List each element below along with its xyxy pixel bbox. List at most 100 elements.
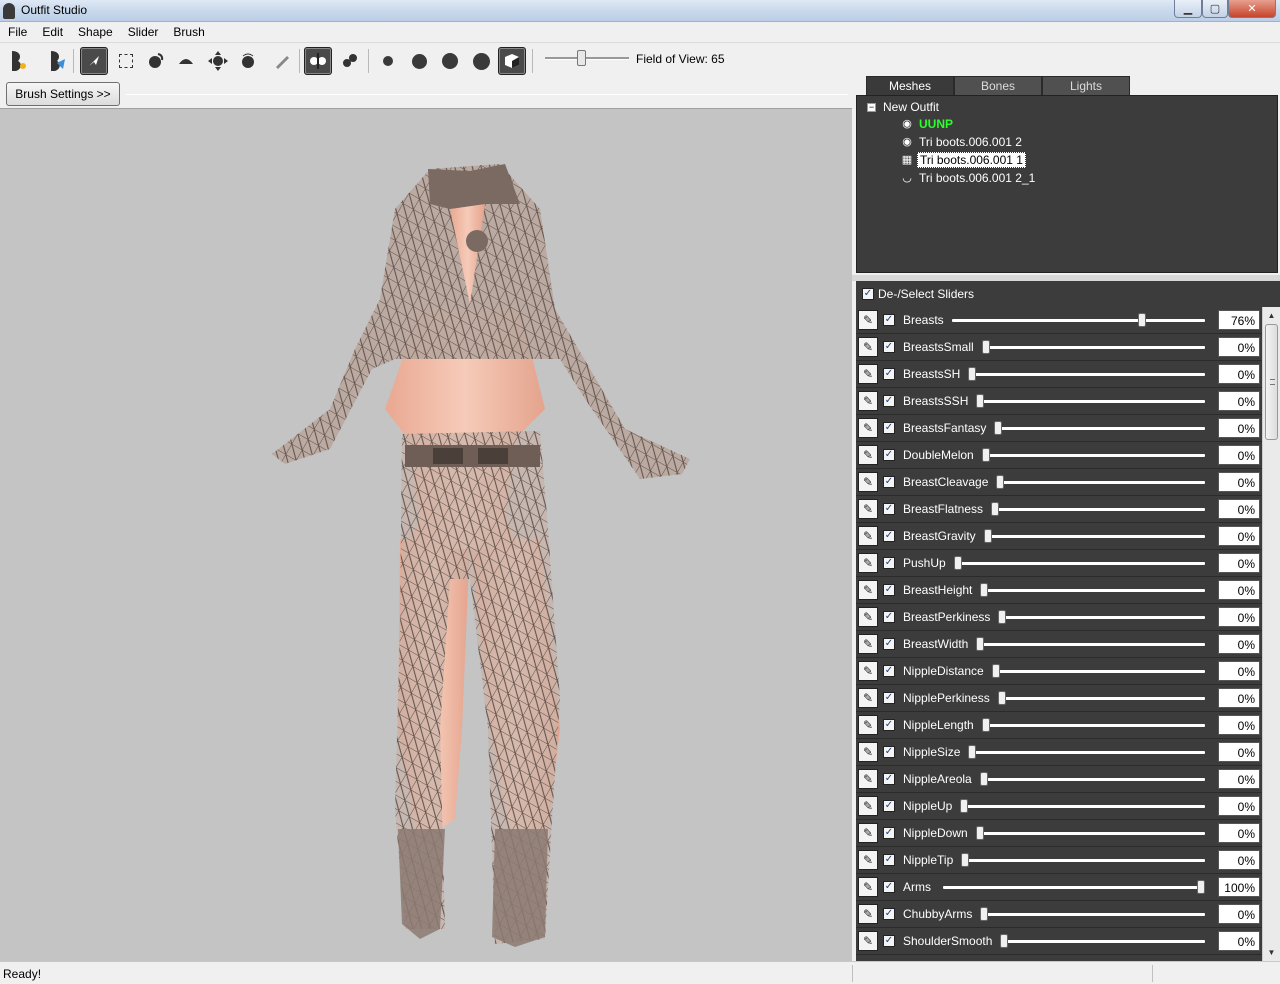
- edit-slider-icon[interactable]: ✎: [858, 580, 878, 600]
- slider-value-field[interactable]: 0%: [1218, 364, 1260, 384]
- slider-checkbox[interactable]: ✓: [883, 584, 895, 596]
- slider-checkbox[interactable]: ✓: [883, 395, 895, 407]
- brush-size-3-icon[interactable]: [436, 47, 464, 75]
- slider-checkbox[interactable]: ✓: [883, 692, 895, 704]
- fov-slider-track[interactable]: [545, 57, 629, 60]
- slider-checkbox[interactable]: ✓: [883, 476, 895, 488]
- edit-slider-icon[interactable]: ✎: [858, 904, 878, 924]
- edit-slider-icon[interactable]: ✎: [858, 391, 878, 411]
- edit-slider-icon[interactable]: ✎: [858, 661, 878, 681]
- edit-slider-icon[interactable]: ✎: [858, 850, 878, 870]
- slider-value-field[interactable]: 0%: [1218, 931, 1260, 951]
- slider-track[interactable]: [976, 400, 1205, 403]
- slider-track[interactable]: [998, 616, 1205, 619]
- slider-checkbox[interactable]: ✓: [883, 881, 895, 893]
- scroll-down-icon[interactable]: ▼: [1263, 944, 1280, 961]
- slider-thumb[interactable]: [1138, 313, 1147, 327]
- slider-checkbox[interactable]: ✓: [883, 935, 895, 947]
- cube-view-icon[interactable]: [498, 47, 526, 75]
- slider-thumb[interactable]: [1000, 934, 1008, 948]
- inflate-brush-icon[interactable]: [142, 47, 170, 75]
- slider-checkbox[interactable]: ✓: [883, 908, 895, 920]
- edit-slider-icon[interactable]: ✎: [858, 769, 878, 789]
- brush-size-2-icon[interactable]: [405, 47, 433, 75]
- slider-checkbox[interactable]: ✓: [883, 746, 895, 758]
- eye-icon[interactable]: ◉: [899, 136, 915, 148]
- slider-thumb[interactable]: [954, 556, 962, 570]
- slider-thumb[interactable]: [980, 907, 988, 921]
- slider-thumb[interactable]: [992, 664, 1000, 678]
- move-brush-icon[interactable]: [204, 47, 232, 75]
- slider-checkbox[interactable]: ✓: [883, 719, 895, 731]
- slider-thumb[interactable]: [961, 853, 969, 867]
- slider-checkbox[interactable]: ✓: [883, 638, 895, 650]
- slider-track[interactable]: [976, 832, 1205, 835]
- tree-root[interactable]: − New Outfit: [867, 100, 939, 114]
- slider-thumb[interactable]: [1197, 880, 1205, 894]
- slider-value-field[interactable]: 0%: [1218, 904, 1260, 924]
- collapse-icon[interactable]: −: [867, 102, 876, 112]
- edit-slider-icon[interactable]: ✎: [858, 310, 878, 330]
- edit-slider-icon[interactable]: ✎: [858, 418, 878, 438]
- slider-value-field[interactable]: 0%: [1218, 472, 1260, 492]
- slider-track[interactable]: [984, 535, 1205, 538]
- brush-settings-button[interactable]: Brush Settings >>: [6, 82, 120, 106]
- slider-value-field[interactable]: 0%: [1218, 580, 1260, 600]
- slider-value-field[interactable]: 0%: [1218, 850, 1260, 870]
- slider-thumb[interactable]: [976, 394, 984, 408]
- slider-track[interactable]: [952, 319, 1205, 322]
- scroll-up-icon[interactable]: ▲: [1263, 307, 1280, 324]
- slider-track[interactable]: [968, 751, 1205, 754]
- slider-track[interactable]: [980, 589, 1205, 592]
- slider-value-field[interactable]: 0%: [1218, 607, 1260, 627]
- slider-track[interactable]: [982, 454, 1205, 457]
- deselect-sliders-bar[interactable]: ✓ De-/Select Sliders: [856, 281, 1280, 307]
- slider-value-field[interactable]: 0%: [1218, 418, 1260, 438]
- mesh-tree[interactable]: − New Outfit ◉ UUNP ◉ Tri boots.006.001 …: [856, 95, 1278, 273]
- slider-value-field[interactable]: 0%: [1218, 769, 1260, 789]
- slider-track[interactable]: [996, 481, 1205, 484]
- edit-slider-icon[interactable]: ✎: [858, 688, 878, 708]
- tree-item-tri-boots-2[interactable]: ◉ Tri boots.006.001 2: [899, 133, 1024, 150]
- slider-checkbox[interactable]: ✓: [883, 827, 895, 839]
- scrollbar-thumb[interactable]: [1265, 324, 1278, 440]
- tree-item-tri-boots-1[interactable]: ▦ Tri boots.006.001 1: [899, 151, 1026, 168]
- tree-item-uunp[interactable]: ◉ UUNP: [899, 115, 955, 132]
- slider-value-field[interactable]: 0%: [1218, 823, 1260, 843]
- save-project-icon[interactable]: [42, 47, 70, 75]
- edit-slider-icon[interactable]: ✎: [858, 931, 878, 951]
- edit-slider-icon[interactable]: ✎: [858, 715, 878, 735]
- tab-lights[interactable]: Lights: [1042, 76, 1130, 95]
- slider-thumb[interactable]: [980, 583, 988, 597]
- slider-value-field[interactable]: 0%: [1218, 688, 1260, 708]
- slider-value-field[interactable]: 0%: [1218, 526, 1260, 546]
- weight-brush-icon[interactable]: [268, 47, 296, 75]
- hidden-eye-icon[interactable]: ◡: [899, 172, 915, 184]
- slider-checkbox[interactable]: ✓: [883, 503, 895, 515]
- deflate-brush-icon[interactable]: [172, 47, 200, 75]
- slider-value-field[interactable]: 0%: [1218, 337, 1260, 357]
- slider-value-field[interactable]: 0%: [1218, 742, 1260, 762]
- edit-slider-icon[interactable]: ✎: [858, 634, 878, 654]
- slider-checkbox[interactable]: ✓: [883, 557, 895, 569]
- slider-checkbox[interactable]: ✓: [883, 341, 895, 353]
- slider-thumb[interactable]: [984, 529, 992, 543]
- edit-slider-icon[interactable]: ✎: [858, 823, 878, 843]
- eye-icon[interactable]: ◉: [899, 118, 915, 130]
- menu-brush[interactable]: Brush: [165, 25, 211, 39]
- slider-checkbox[interactable]: ✓: [883, 530, 895, 542]
- slider-track[interactable]: [960, 805, 1205, 808]
- slider-track[interactable]: [980, 778, 1205, 781]
- x-mirror-icon[interactable]: [304, 47, 332, 75]
- slider-track[interactable]: [982, 724, 1205, 727]
- close-button[interactable]: ✕: [1228, 0, 1276, 18]
- slider-value-field[interactable]: 0%: [1218, 634, 1260, 654]
- slider-checkbox[interactable]: ✓: [883, 449, 895, 461]
- slider-thumb[interactable]: [982, 448, 990, 462]
- slider-value-field[interactable]: 0%: [1218, 715, 1260, 735]
- tab-meshes[interactable]: Meshes: [866, 76, 954, 95]
- edit-slider-icon[interactable]: ✎: [858, 337, 878, 357]
- slider-checkbox[interactable]: ✓: [883, 854, 895, 866]
- slider-thumb[interactable]: [998, 610, 1006, 624]
- slider-track[interactable]: [994, 427, 1205, 430]
